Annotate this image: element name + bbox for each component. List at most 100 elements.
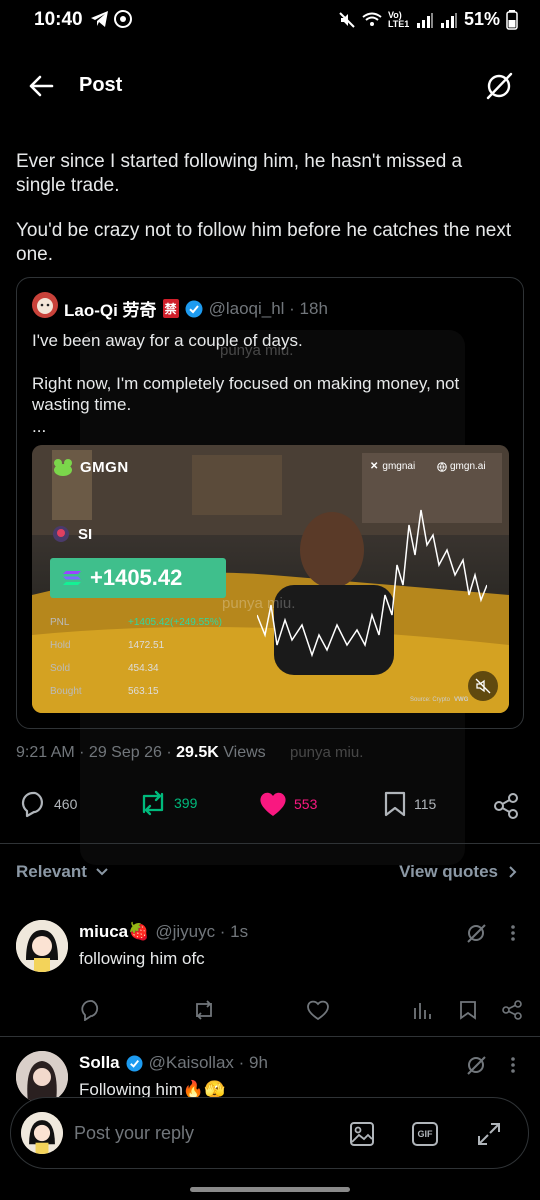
like-action[interactable]: 553: [258, 790, 317, 818]
signal-icon-2: [440, 12, 458, 28]
more-icon[interactable]: [509, 1056, 517, 1074]
verified-icon: [185, 300, 203, 318]
telegram-icon: [90, 10, 110, 28]
pnl-row-label: PNL: [50, 617, 70, 628]
token-avatar-icon: [52, 525, 70, 543]
view-quotes-link[interactable]: View quotes: [399, 862, 518, 882]
repost-icon[interactable]: [192, 999, 216, 1021]
wifi-icon: [362, 12, 382, 28]
reply-input[interactable]: Post your reply: [74, 1123, 194, 1144]
pnl-big-value: +1405.42: [90, 565, 183, 590]
pnl-row-value: +1405.42(+249.55%): [128, 617, 222, 628]
grok-icon[interactable]: [465, 922, 487, 944]
post-views-count: 29.5K: [176, 744, 219, 761]
reply-author-name[interactable]: Solla: [79, 1053, 120, 1073]
price-chart-icon: [257, 509, 487, 658]
share-icon[interactable]: [501, 999, 523, 1021]
analytics-icon[interactable]: [412, 1000, 432, 1020]
heart-icon[interactable]: [306, 999, 330, 1021]
media-source: Source: Crypto VWG: [410, 697, 468, 703]
pnl-row: Hold 1472.51: [50, 634, 260, 657]
reply-icon: [20, 790, 48, 818]
post-text-1: Ever since I started following him, he h…: [16, 151, 463, 196]
repost-action[interactable]: 399: [138, 790, 197, 816]
x-logo-icon: ✕: [370, 461, 379, 472]
gif-icon[interactable]: GIF: [412, 1122, 438, 1146]
quote-media-video[interactable]: GMGN ✕ gmgnai gmgn.ai SI +1405.42 PNL +1…: [32, 445, 509, 713]
home-indicator[interactable]: [190, 1187, 350, 1192]
post-text-2: You'd be crazy not to follow him before …: [16, 220, 512, 265]
sort-dropdown[interactable]: Relevant: [16, 862, 109, 882]
like-count: 553: [294, 796, 318, 812]
grok-icon[interactable]: [484, 71, 514, 101]
pnl-badge: +1405.42: [50, 558, 226, 598]
quote-author-badge: 禁: [162, 299, 179, 318]
media-source-tag: VWG: [454, 697, 469, 703]
mute-icon: [338, 11, 356, 29]
more-icon[interactable]: [509, 924, 517, 942]
pnl-row-label: Hold: [50, 640, 71, 651]
token-row: SI: [52, 525, 92, 543]
frog-logo-icon: [52, 457, 74, 477]
media-site-label: gmgn.ai: [450, 461, 486, 472]
pnl-row: Bought 563.15: [50, 680, 260, 703]
aperture-icon: [114, 10, 132, 28]
image-icon[interactable]: [349, 1121, 375, 1147]
reply-composer[interactable]: Post your reply GIF: [10, 1097, 529, 1169]
media-x-handle-label: gmgnai: [382, 461, 416, 472]
heart-icon: [258, 790, 288, 818]
divider: [0, 1036, 540, 1037]
quote-text-2: Right now, I'm completely focused on mak…: [32, 374, 460, 414]
post-views-label: Views: [223, 744, 266, 761]
view-quotes-label: View quotes: [399, 862, 498, 881]
avatar[interactable]: [16, 920, 68, 972]
media-site: gmgn.ai: [437, 461, 486, 472]
reply-header: miuca🍓 @jiyuyc · 1s: [79, 922, 248, 942]
repost-count: 399: [174, 795, 198, 811]
media-brand-label: GMGN: [80, 458, 129, 476]
status-time: 10:40: [34, 9, 83, 30]
divider: [0, 843, 540, 844]
quote-text-3: ...: [32, 417, 47, 436]
page-title: Post: [79, 74, 123, 96]
chevron-right-icon: [508, 865, 518, 879]
pnl-row-value: 563.15: [128, 686, 159, 697]
bookmark-icon[interactable]: [459, 1000, 477, 1020]
post-timestamp: 9:21 AM · 29 Sep 26 ·: [16, 744, 172, 761]
quote-avatar[interactable]: [32, 292, 58, 318]
token-symbol: SI: [78, 525, 93, 543]
reply-icon[interactable]: [80, 999, 102, 1021]
share-icon[interactable]: [492, 792, 520, 820]
quote-header: Lao-Qi 劳奇 禁 @laoqi_hl · 18h: [64, 296, 328, 321]
solana-icon: [62, 570, 82, 586]
volte-label: Vo) LTE1: [387, 9, 410, 29]
reply-action[interactable]: 460: [20, 790, 77, 818]
quote-author-name[interactable]: Lao-Qi 劳奇: [64, 296, 157, 321]
reply-author-name[interactable]: miuca🍓: [79, 922, 149, 942]
reply-count: 460: [54, 796, 78, 812]
back-arrow-icon[interactable]: [28, 74, 54, 98]
bookmark-icon: [382, 790, 408, 818]
quote-handle: @laoqi_hl · 18h: [208, 298, 328, 318]
signal-icon: [416, 12, 434, 28]
globe-icon: [437, 461, 447, 472]
pnl-row: PNL +1405.42(+249.55%): [50, 611, 260, 634]
reply-author-handle: @jiyuyc · 1s: [155, 922, 249, 941]
expand-icon[interactable]: [476, 1121, 502, 1147]
verified-icon: [126, 1054, 143, 1072]
pnl-row-value: 1472.51: [128, 640, 165, 651]
media-x-handle: ✕ gmgnai: [370, 461, 415, 472]
media-brand: GMGN: [52, 457, 129, 477]
pnl-row-label: Sold: [50, 663, 71, 674]
pnl-row-label: Bought: [50, 686, 82, 697]
bookmark-action[interactable]: 115: [382, 790, 436, 818]
watermark-text: punya miu.: [290, 744, 364, 761]
avatar[interactable]: [16, 1051, 68, 1103]
pnl-table: PNL +1405.42(+249.55%) Hold 1472.51 Sold…: [50, 611, 260, 703]
watermark-text: punya miu.: [220, 342, 294, 359]
avatar: [21, 1112, 63, 1154]
post-meta: 9:21 AM · 29 Sep 26 · 29.5K Views: [16, 744, 266, 762]
grok-icon[interactable]: [465, 1054, 487, 1076]
mute-video-icon[interactable]: [468, 671, 498, 701]
watermark-text: punya miu.: [222, 595, 296, 612]
